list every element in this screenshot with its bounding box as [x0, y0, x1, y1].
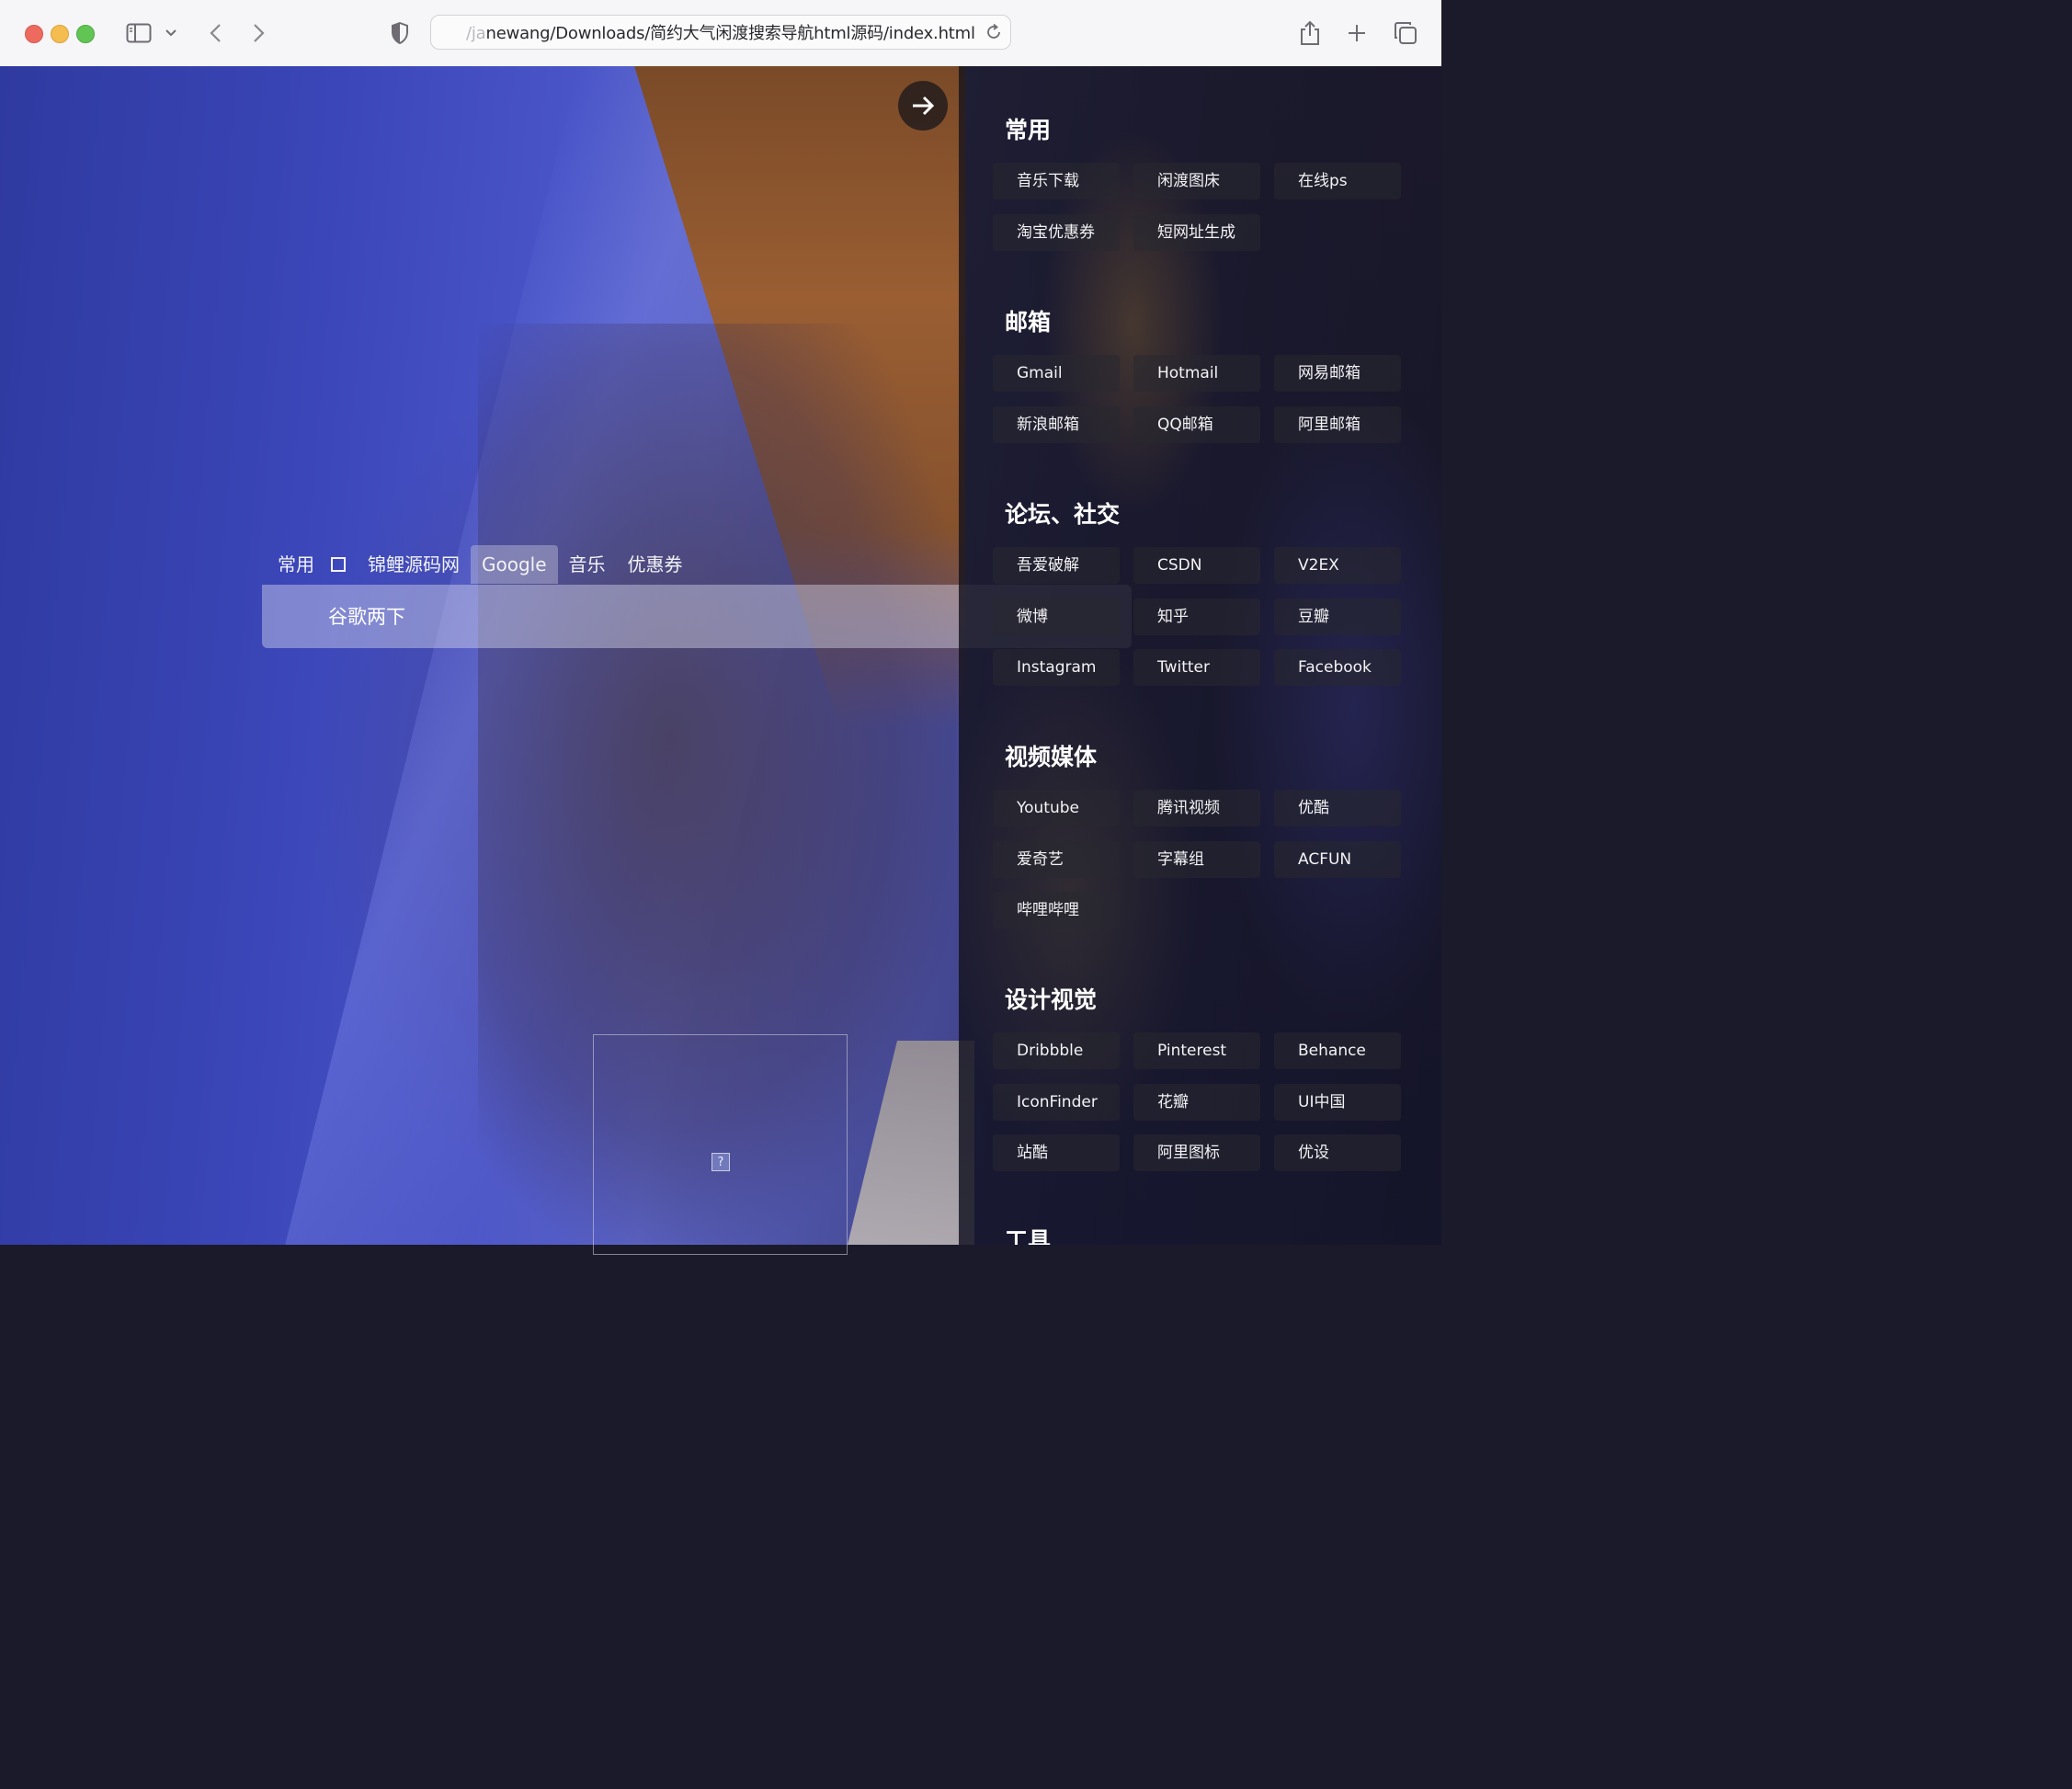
nav-link[interactable]: 淘宝优惠券	[993, 213, 1120, 251]
tab-music[interactable]: 音乐	[558, 545, 617, 584]
broken-image-icon: ?	[712, 1153, 730, 1171]
tab-overview-icon[interactable]	[1392, 17, 1419, 50]
nav-link[interactable]: 阿里邮箱	[1274, 405, 1401, 443]
nav-link[interactable]: 字幕组	[1133, 840, 1260, 878]
nav-link[interactable]: 吾爱破解	[993, 547, 1120, 584]
section-title: 论坛、社交	[1005, 501, 1121, 528]
address-bar[interactable]: /janewang/Downloads/简约大气闲渡搜索导航html源码/ind…	[430, 15, 1011, 50]
nav-link[interactable]: Instagram	[993, 649, 1120, 686]
nav-link[interactable]: 优酷	[1274, 790, 1401, 826]
nav-link[interactable]: Youtube	[993, 790, 1120, 826]
section-title: 邮箱	[1005, 309, 1052, 336]
nav-link[interactable]: 腾讯视频	[1133, 790, 1260, 826]
nav-link[interactable]: 音乐下载	[993, 163, 1120, 199]
tab-coupon[interactable]: 优惠券	[617, 545, 694, 584]
nav-link[interactable]: ACFUN	[1274, 840, 1401, 878]
search-input[interactable]	[326, 604, 882, 629]
nav-link[interactable]: 爱奇艺	[993, 840, 1120, 878]
nav-link[interactable]: 新浪邮箱	[993, 405, 1120, 443]
nav-link[interactable]: 豆瓣	[1274, 598, 1401, 635]
chevron-down-icon[interactable]	[162, 17, 180, 50]
back-arrow-icon[interactable]	[202, 17, 228, 50]
panel-toggle-button[interactable]	[898, 81, 948, 131]
tab-google[interactable]: Google	[471, 545, 558, 584]
nav-link[interactable]: Hotmail	[1133, 355, 1260, 392]
browser-toolbar: /janewang/Downloads/简约大气闲渡搜索导航html源码/ind…	[0, 0, 1441, 67]
new-tab-plus-icon[interactable]	[1344, 17, 1370, 50]
section-title: 设计视觉	[1005, 986, 1098, 1013]
tab-jinli[interactable]: 锦鲤源码网	[357, 545, 471, 584]
sidebar-toggle-icon[interactable]	[123, 17, 154, 50]
forward-arrow-icon[interactable]	[246, 17, 272, 50]
nav-link[interactable]: Behance	[1274, 1032, 1401, 1069]
nav-link[interactable]: 知乎	[1133, 598, 1260, 635]
nav-panel: 常用音乐下载 闲渡图床 在线ps 淘宝优惠券 短网址生成邮箱 Gmail Hotmail 网易…	[959, 66, 1441, 1245]
nav-link[interactable]: 闲渡图床	[1133, 163, 1260, 199]
broken-image: ?	[593, 1034, 848, 1255]
close-window-button[interactable]	[25, 25, 43, 43]
nav-link[interactable]: Twitter	[1133, 649, 1260, 686]
url-faded-prefix: /ja	[466, 24, 486, 43]
nav-link[interactable]: 站酷	[993, 1134, 1120, 1171]
nav-link[interactable]: V2EX	[1274, 547, 1401, 584]
section-title: 常用	[1005, 117, 1052, 143]
nav-link[interactable]: Pinterest	[1133, 1032, 1260, 1069]
nav-link[interactable]: 优设	[1274, 1134, 1401, 1171]
minimize-window-button[interactable]	[51, 25, 69, 43]
share-icon[interactable]	[1296, 17, 1324, 50]
nav-link[interactable]: IconFinder	[993, 1083, 1120, 1121]
tab-common[interactable]: 常用	[267, 545, 325, 584]
nav-link[interactable]: 哔哩哔哩	[993, 892, 1120, 929]
nav-link[interactable]: 短网址生成	[1133, 213, 1260, 251]
nav-link[interactable]: UI中国	[1274, 1083, 1401, 1121]
nav-link[interactable]: 花瓣	[1133, 1083, 1260, 1121]
privacy-shield-icon[interactable]	[388, 17, 412, 50]
nav-link[interactable]: Dribbble	[993, 1032, 1120, 1069]
nav-link[interactable]: Facebook	[1274, 649, 1401, 686]
missing-glyph-box	[331, 557, 346, 572]
nav-link[interactable]: CSDN	[1133, 547, 1260, 584]
nav-link[interactable]: 阿里图标	[1133, 1134, 1260, 1171]
arrow-right-icon	[913, 96, 935, 116]
nav-link[interactable]: 微博	[993, 598, 1120, 635]
search-engine-tabs: 常用 锦鲤源码网 Google 音乐 优惠券	[267, 545, 694, 584]
zoom-window-button[interactable]	[76, 25, 95, 43]
url-text: newang/Downloads/简约大气闲渡搜索导航html源码/index.…	[485, 24, 975, 43]
nav-link[interactable]: 网易邮箱	[1274, 355, 1401, 392]
section-title: 工具	[1005, 1227, 1052, 1245]
nav-link[interactable]: Gmail	[993, 355, 1120, 392]
nav-link[interactable]: 在线ps	[1274, 163, 1401, 199]
reload-icon[interactable]	[985, 23, 1003, 46]
nav-link[interactable]: QQ邮箱	[1133, 405, 1260, 443]
section-title: 视频媒体	[1005, 744, 1098, 770]
